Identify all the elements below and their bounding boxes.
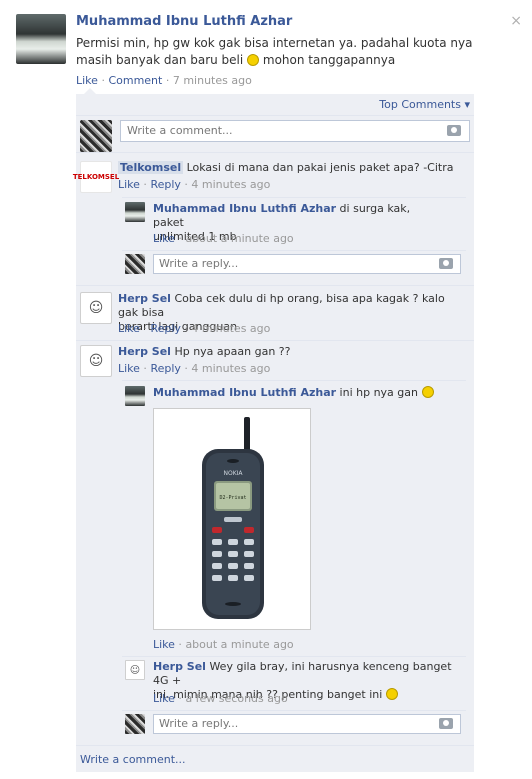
reply-input[interactable]: Write a reply...	[153, 254, 461, 274]
divider	[76, 115, 474, 116]
post-text-line2-end: mohon tanggapannya	[262, 53, 396, 67]
reply-link[interactable]: Reply	[150, 178, 180, 191]
reply-link[interactable]: Reply	[150, 322, 180, 335]
reply-timestamp: about a minute ago	[185, 638, 294, 651]
post-text: Permisi min, hp gw kok gak bisa internet…	[76, 35, 486, 69]
like-link[interactable]: Like	[153, 692, 175, 705]
post-comment-link[interactable]: Comment	[108, 74, 162, 87]
divider	[122, 250, 466, 251]
like-link[interactable]: Like	[153, 638, 175, 651]
post-actions: Like · Comment · 7 minutes ago	[76, 74, 252, 87]
reply-text: ini hp nya gan	[339, 386, 418, 399]
post-author-avatar[interactable]	[16, 14, 66, 64]
reply-input[interactable]: Write a reply...	[153, 714, 461, 734]
camera-icon[interactable]	[447, 125, 461, 136]
post-like-link[interactable]: Like	[76, 74, 98, 87]
post-author-name[interactable]: Muhammad Ibnu Luthfi Azhar	[76, 14, 292, 29]
reply-author[interactable]: Muhammad Ibnu Luthfi Azhar	[153, 202, 336, 215]
comment-timestamp: 4 minutes ago	[191, 178, 271, 191]
reply-input-placeholder: Write a reply...	[159, 717, 239, 730]
comment-meta: Like · Reply · 4 minutes ago	[118, 362, 271, 375]
current-user-avatar[interactable]	[125, 714, 145, 734]
comment-input[interactable]: Write a comment...	[120, 120, 470, 142]
write-comment-link[interactable]: Write a comment...	[80, 753, 186, 766]
herp-sel-avatar[interactable]: ☺	[80, 345, 112, 377]
phone-brand-label: NOKIA	[223, 470, 243, 477]
divider	[76, 745, 474, 746]
comment-herp-sel-2: Herp Sel Hp nya apaan gan ??	[118, 345, 468, 359]
current-user-avatar[interactable]	[80, 120, 112, 152]
like-link[interactable]: Like	[153, 232, 175, 245]
herp-sel-avatar[interactable]: ☺	[125, 660, 145, 680]
camera-icon[interactable]	[439, 718, 453, 729]
comment-timestamp: 4 minutes ago	[191, 322, 271, 335]
divider	[122, 710, 466, 711]
reply-meta: Like · about a minute ago	[153, 232, 294, 245]
tongue-emoji-icon	[421, 386, 434, 398]
attached-photo[interactable]: NOKIA D2-Privat	[153, 408, 311, 630]
divider	[76, 340, 474, 341]
reply-meta: Like · a few seconds ago	[153, 692, 288, 705]
post-timestamp: 7 minutes ago	[172, 74, 252, 87]
reply-link[interactable]: Reply	[150, 362, 180, 375]
comment-meta: Like · Reply · 4 minutes ago	[118, 178, 271, 191]
reply-author-avatar[interactable]	[125, 386, 145, 406]
post-text-line2: masih banyak dan baru beli	[76, 53, 244, 67]
divider	[122, 380, 466, 381]
nokia-phone-image: NOKIA D2-Privat	[202, 417, 264, 619]
like-link[interactable]: Like	[118, 362, 140, 375]
divider	[122, 656, 466, 657]
divider	[76, 285, 474, 286]
herp-sel-avatar[interactable]: ☺	[80, 292, 112, 324]
comment-text: Hp nya apaan gan ??	[174, 345, 291, 358]
comment-author[interactable]: Telkomsel	[118, 161, 184, 174]
camera-icon[interactable]	[439, 258, 453, 269]
post-text-line1: Permisi min, hp gw kok gak bisa internet…	[76, 36, 473, 50]
reply-author-avatar[interactable]	[125, 202, 145, 222]
comment-timestamp: 4 minutes ago	[191, 362, 271, 375]
post-text-line2-wrap: masih banyak dan baru beli mohon tanggap…	[76, 52, 486, 69]
reply-timestamp: about a minute ago	[185, 232, 294, 245]
phone-screen-text: D2-Privat	[219, 495, 246, 501]
telkomsel-avatar[interactable]: TELKOMSEL	[73, 161, 119, 193]
divider	[76, 152, 474, 153]
like-link[interactable]: Like	[118, 322, 140, 335]
tongue-emoji-icon	[385, 688, 398, 700]
reply-meta: Like · about a minute ago	[153, 638, 294, 651]
separator-dot: ·	[165, 74, 173, 87]
top-comments-dropdown[interactable]: Top Comments ▾	[379, 98, 470, 111]
comment-meta: Like · Reply · 4 minutes ago	[118, 322, 271, 335]
current-user-avatar[interactable]	[125, 254, 145, 274]
reply-author[interactable]: Muhammad Ibnu Luthfi Azhar	[153, 386, 336, 399]
reply-input-placeholder: Write a reply...	[159, 257, 239, 270]
comment-author[interactable]: Herp Sel	[118, 345, 171, 358]
close-icon[interactable]: ×	[510, 14, 522, 28]
like-link[interactable]: Like	[118, 178, 140, 191]
reply-author[interactable]: Herp Sel	[153, 660, 206, 673]
comment-text: Lokasi di mana dan pakai jenis paket apa…	[186, 161, 454, 174]
comment-author[interactable]: Herp Sel	[118, 292, 171, 305]
reply-timestamp: a few seconds ago	[185, 692, 288, 705]
divider	[122, 197, 466, 198]
smiley-icon	[247, 54, 260, 66]
comment-telkomsel: Telkomsel Lokasi di mana dan pakai jenis…	[118, 161, 468, 175]
comment-input-placeholder: Write a comment...	[127, 124, 233, 137]
reply-text-block: Muhammad Ibnu Luthfi Azhar ini hp nya ga…	[153, 386, 453, 400]
